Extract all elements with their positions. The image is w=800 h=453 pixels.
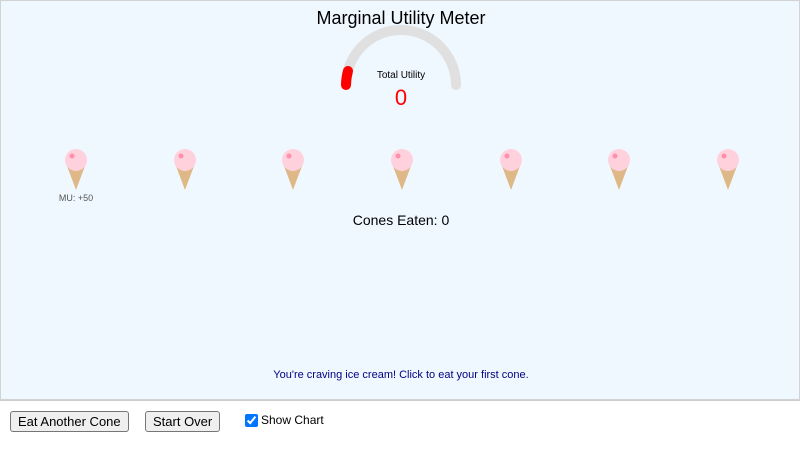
status-message: You're craving ice cream! Click to eat y… bbox=[273, 369, 529, 381]
ice-cream-icon bbox=[174, 149, 196, 190]
ice-cream-icon bbox=[500, 149, 522, 190]
ice-cream-cone-2[interactable] bbox=[170, 148, 200, 192]
ice-cream-cone-3[interactable] bbox=[278, 148, 308, 192]
start-over-button[interactable]: Start Over bbox=[145, 411, 221, 432]
ice-cream-cone-7[interactable] bbox=[713, 148, 743, 192]
show-chart-label: Show Chart bbox=[261, 413, 324, 427]
ice-cream-cone-4[interactable] bbox=[387, 148, 417, 192]
ice-cream-cone-5[interactable] bbox=[496, 148, 526, 192]
ice-cream-icon bbox=[65, 149, 87, 190]
ice-cream-icon bbox=[391, 149, 413, 190]
show-chart-checkbox[interactable] bbox=[245, 413, 258, 427]
ice-cream-icon bbox=[608, 149, 630, 190]
cones-eaten-counter: Cones Eaten: 0 bbox=[352, 212, 450, 228]
ice-cream-cone-6[interactable] bbox=[604, 148, 634, 192]
gauge-label: Total Utility bbox=[376, 70, 426, 81]
eat-another-cone-button[interactable]: Eat Another Cone bbox=[10, 411, 129, 432]
ice-cream-icon bbox=[282, 149, 304, 190]
total-utility-value: 0 bbox=[394, 85, 408, 110]
marginal-utility-label: MU: +50 bbox=[58, 193, 94, 203]
simulation-canvas: Marginal Utility Meter Total Utility 0 M… bbox=[0, 0, 800, 400]
show-chart-toggle[interactable]: Show Chart bbox=[243, 413, 324, 427]
ice-cream-cone-1[interactable] bbox=[61, 148, 91, 192]
ice-cream-icon bbox=[717, 149, 739, 190]
controls-bar: Eat Another Cone Start Over Show Chart bbox=[0, 400, 800, 453]
